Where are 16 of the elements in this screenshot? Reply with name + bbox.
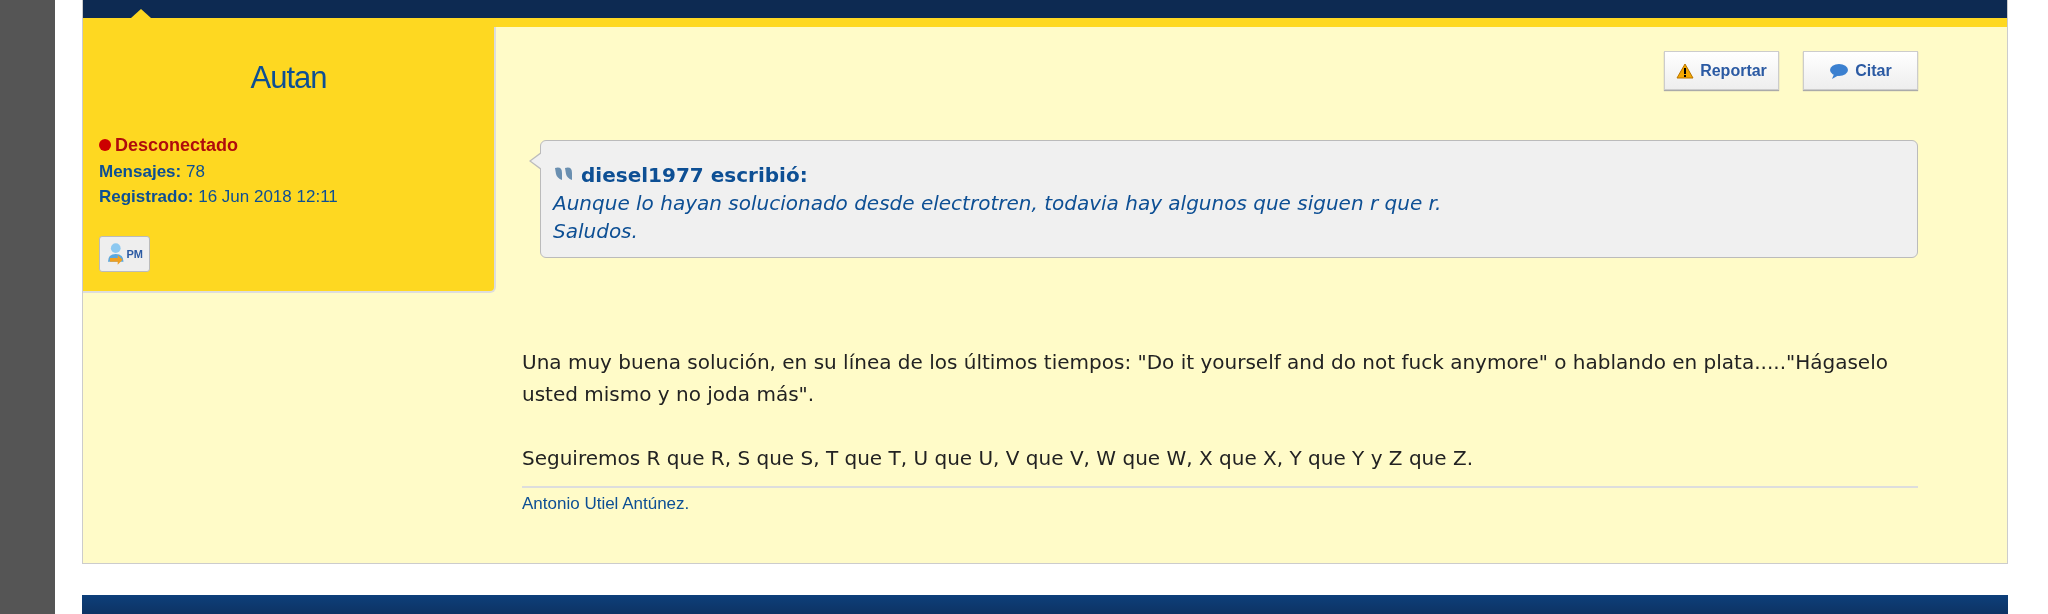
quote-button[interactable]: Citar: [1803, 51, 1918, 90]
quote-text: Saludos.: [553, 218, 639, 245]
signature: Antonio Utiel Antúnez.: [522, 486, 1918, 514]
pm-button[interactable]: PM: [99, 235, 150, 272]
profile-stat: Registrado: 16 Jun 2018 12:11: [99, 186, 339, 208]
user-arrow-icon: [106, 241, 126, 266]
username-link[interactable]: Autan: [99, 55, 478, 102]
speech-bubble-icon: [1829, 62, 1850, 79]
quote-author: diesel1977 escribió:: [581, 162, 808, 189]
quote-text: Aunque lo hayan solucionado desde electrotren, todavia hay algunos que siguen r que r.: [553, 190, 1443, 217]
post-paragraph: Seguiremos R que R, S que S, T que T, U que U, V que V, W que W, X que X, Y que Y y Z que Z.: [522, 445, 1474, 472]
status-text: Desconectado: [115, 134, 239, 155]
warning-icon: [1676, 62, 1695, 79]
post-paragraph: Una muy buena solución, en su línea de los últimos tiempos: "Do it yourself and do not fuck anymore" o hablando en plata....."Hágaselo usted mismo y no joda más".: [522, 349, 1889, 408]
profile-stat: Mensajes: 78: [99, 160, 206, 183]
report-button[interactable]: Reportar: [1664, 51, 1779, 90]
